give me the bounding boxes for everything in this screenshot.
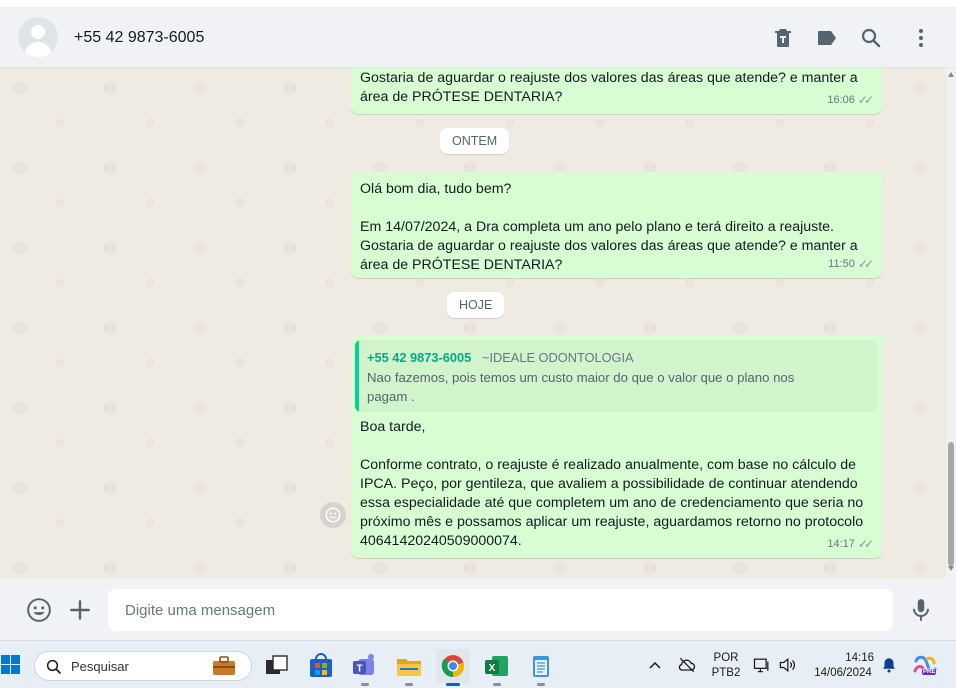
message-text: Gostaria de aguardar o reajuste dos valo… bbox=[360, 70, 858, 105]
chevron-up-icon[interactable] bbox=[648, 659, 662, 671]
date-separator: HOJE bbox=[447, 292, 505, 318]
message-input[interactable] bbox=[108, 589, 893, 631]
message-meta: 16:06 ✓✓ bbox=[827, 91, 874, 110]
teams-icon: T bbox=[353, 654, 374, 675]
clock-date: 14/06/2024 bbox=[814, 667, 872, 679]
input-language[interactable]: POR PTB2 bbox=[706, 651, 746, 681]
avatar[interactable] bbox=[18, 17, 58, 57]
message-time: 14:17 bbox=[827, 538, 855, 550]
store-icon bbox=[310, 653, 332, 677]
svg-text:X: X bbox=[489, 663, 496, 674]
quoted-message[interactable]: +55 42 9873-6005 ~IDEALE ODONTOLOGIA Nao… bbox=[355, 340, 877, 412]
active-indicator bbox=[446, 683, 460, 686]
taskbar-search-label: Pesquisar bbox=[71, 659, 129, 674]
scroll-up-arrow-icon[interactable] bbox=[948, 72, 954, 77]
running-indicator bbox=[537, 683, 545, 686]
work-briefcase-icon bbox=[213, 656, 235, 675]
chat-area[interactable]: Gostaria de aguardar o reajuste dos valo… bbox=[0, 68, 956, 578]
svg-text:T: T bbox=[356, 664, 362, 675]
scroll-down-arrow-icon[interactable] bbox=[948, 566, 954, 571]
keyboard-layout: PTB2 bbox=[711, 667, 741, 679]
running-indicator bbox=[361, 683, 369, 686]
copilot-button[interactable]: PRE bbox=[912, 653, 938, 679]
window-top-strip bbox=[0, 0, 956, 8]
windows-taskbar: Pesquisar T X POR PTB2 14:16 14/06/2024 … bbox=[0, 640, 956, 688]
language-code: POR bbox=[713, 652, 739, 664]
file-explorer-button[interactable] bbox=[392, 649, 426, 686]
label-icon[interactable] bbox=[815, 26, 839, 50]
quote-alias: ~IDEALE ODONTOLOGIA bbox=[482, 350, 634, 365]
cloud-offline-icon[interactable] bbox=[677, 655, 697, 675]
double-check-icon: ✓✓ bbox=[857, 537, 874, 551]
clock[interactable]: 14:16 14/06/2024 bbox=[806, 651, 880, 681]
message-bubble[interactable]: +55 42 9873-6005 ~IDEALE ODONTOLOGIA Nao… bbox=[351, 336, 889, 558]
running-indicator bbox=[493, 683, 501, 686]
message-time: 11:50 bbox=[828, 258, 855, 270]
task-view-icon bbox=[266, 655, 288, 674]
store-button[interactable] bbox=[304, 649, 338, 683]
search-icon bbox=[46, 659, 61, 674]
running-indicator bbox=[405, 683, 413, 686]
volume-icon[interactable] bbox=[777, 655, 797, 675]
message-bubble[interactable]: Gostaria de aguardar o reajuste dos valo… bbox=[351, 68, 882, 114]
avatar-head bbox=[31, 25, 45, 39]
message-time: 16:06 bbox=[827, 94, 855, 106]
clock-time: 14:16 bbox=[845, 652, 874, 664]
message-text: Boa tarde, Conforme contrato, o reajuste… bbox=[360, 419, 864, 549]
emoji-reaction-icon bbox=[325, 507, 341, 523]
chrome-icon bbox=[441, 655, 465, 678]
teams-button[interactable]: T bbox=[348, 649, 382, 686]
chrome-button[interactable] bbox=[436, 649, 470, 686]
attach-plus-icon[interactable] bbox=[67, 597, 93, 623]
avatar-body bbox=[24, 42, 52, 57]
file-explorer-icon bbox=[397, 659, 421, 676]
quote-author: +55 42 9873-6005 bbox=[367, 350, 472, 365]
windows-start-icon[interactable] bbox=[1, 655, 21, 675]
chat-header: +55 42 9873-6005 bbox=[0, 8, 956, 68]
contact-name[interactable]: +55 42 9873-6005 bbox=[74, 29, 204, 47]
network-icon[interactable] bbox=[752, 655, 772, 675]
message-meta: 11:50 ✓✓ bbox=[828, 255, 874, 274]
quote-accent-bar bbox=[355, 340, 359, 412]
notepad-icon bbox=[533, 656, 549, 677]
task-view-button[interactable] bbox=[260, 649, 294, 683]
scrollbar-thumb[interactable] bbox=[948, 442, 954, 566]
excel-button[interactable]: X bbox=[480, 649, 514, 686]
emoji-icon[interactable] bbox=[26, 597, 52, 623]
bubble-tail bbox=[881, 336, 889, 344]
double-check-icon: ✓✓ bbox=[857, 93, 874, 107]
excel-icon: X bbox=[485, 656, 508, 676]
double-check-icon: ✓✓ bbox=[857, 257, 874, 271]
date-separator: ONTEM bbox=[440, 128, 510, 154]
composer-bar bbox=[0, 578, 956, 640]
quote-text: Nao fazemos, pois temos um custo maior d… bbox=[367, 370, 795, 404]
delete-icon[interactable] bbox=[771, 26, 795, 50]
react-button[interactable] bbox=[320, 502, 346, 528]
copilot-icon bbox=[913, 655, 937, 673]
microphone-icon[interactable] bbox=[908, 597, 934, 623]
notification-bell-icon[interactable] bbox=[880, 655, 898, 675]
message-meta: 14:17 ✓✓ bbox=[827, 535, 874, 554]
menu-icon[interactable] bbox=[909, 26, 933, 50]
notepad-button[interactable] bbox=[524, 649, 558, 686]
message-bubble[interactable]: Olá bom dia, tudo bem? Em 14/07/2024, a … bbox=[351, 172, 889, 278]
copilot-badge: PRE bbox=[922, 669, 937, 675]
bubble-tail bbox=[881, 172, 889, 180]
message-text: Olá bom dia, tudo bem? Em 14/07/2024, a … bbox=[360, 181, 858, 273]
search-icon[interactable] bbox=[859, 26, 883, 50]
taskbar-search[interactable]: Pesquisar bbox=[34, 651, 252, 681]
